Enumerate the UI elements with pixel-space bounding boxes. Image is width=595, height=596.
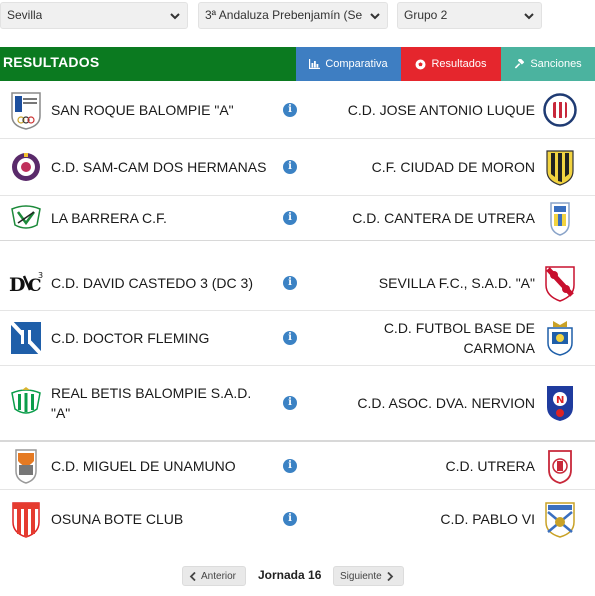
match-row[interactable]: OSUNA BOTE CLUB i C.D. PABLO VI	[0, 490, 595, 547]
filter-bar: Sevilla 3ª Andaluza Prebenjamín (Se Grup…	[0, 0, 595, 31]
svg-text:3: 3	[38, 271, 43, 280]
dc3-crest: DC3	[8, 263, 44, 303]
gavel-icon	[515, 58, 525, 68]
tab-sanciones-label: Sanciones	[530, 58, 582, 70]
info-icon[interactable]: i	[283, 458, 297, 473]
home-team-name[interactable]: SAN ROQUE BALOMPIE "A"	[51, 100, 271, 120]
info-icon[interactable]: i	[283, 102, 297, 117]
soccer-ball-icon	[415, 59, 426, 69]
previous-button-label: Anterior	[201, 570, 237, 582]
cantera-utrera-crest	[542, 198, 578, 238]
tab-comparativa[interactable]: Comparativa	[296, 47, 401, 81]
chevron-down-icon	[370, 13, 380, 20]
tab-resultados-label: Resultados	[431, 58, 487, 70]
match-row[interactable]: LA BARRERA C.F. i C.D. CANTERA DE UTRERA	[0, 196, 595, 241]
chevron-right-icon	[387, 571, 393, 581]
current-round-label: Jornada 16	[258, 568, 322, 582]
region-select-value: Sevilla	[7, 8, 43, 22]
page-title: RESULTADOS	[3, 54, 100, 70]
utrera-crest	[542, 446, 578, 486]
sevilla-fc-crest	[542, 263, 578, 303]
home-team-name[interactable]: C.D. MIGUEL DE UNAMUNO	[51, 456, 271, 476]
san-roque-crest	[8, 90, 44, 130]
away-team-name[interactable]: C.F. CIUDAD DE MORON	[315, 157, 535, 177]
group-select[interactable]: Grupo 2	[397, 2, 542, 29]
jose-antonio-luque-crest	[542, 90, 578, 130]
doctor-fleming-crest	[8, 318, 44, 358]
sam-cam-crest	[8, 147, 44, 187]
svg-text:N: N	[556, 395, 564, 406]
previous-button[interactable]: Anterior	[182, 566, 246, 586]
match-row[interactable]: SAN ROQUE BALOMPIE "A" i C.D. JOSE ANTON…	[0, 81, 595, 139]
results-header-bar: RESULTADOS Comparativa Resultados Sancio…	[0, 47, 595, 81]
home-team-name[interactable]: OSUNA BOTE CLUB	[51, 509, 271, 529]
match-row[interactable]: C.D. MIGUEL DE UNAMUNO i C.D. UTRERA	[0, 441, 595, 490]
match-row[interactable]: C.D. SAM-CAM DOS HERMANAS i C.F. CIUDAD …	[0, 139, 595, 196]
away-team-name[interactable]: C.D. CANTERA DE UTRERA	[315, 208, 535, 228]
bar-chart-icon	[309, 59, 321, 69]
info-icon[interactable]: i	[283, 511, 297, 526]
match-row[interactable]: C.D. DOCTOR FLEMING i C.D. FUTBOL BASE D…	[0, 311, 595, 366]
away-team-name[interactable]: C.D. JOSE ANTONIO LUQUE	[315, 100, 535, 120]
home-team-name[interactable]: LA BARRERA C.F.	[51, 208, 271, 228]
tab-resultados[interactable]: Resultados	[401, 47, 501, 81]
info-icon[interactable]: i	[283, 331, 297, 345]
carmona-crest	[542, 318, 578, 358]
category-select-value: 3ª Andaluza Prebenjamín (Se	[205, 8, 363, 22]
home-team-name[interactable]: C.D. DOCTOR FLEMING	[51, 328, 271, 348]
home-team-name[interactable]: C.D. SAM-CAM DOS HERMANAS	[51, 157, 271, 177]
info-icon[interactable]: i	[283, 396, 297, 410]
region-select[interactable]: Sevilla	[0, 2, 188, 29]
betis-crest	[8, 383, 44, 423]
away-team-name[interactable]: C.D. UTRERA	[315, 456, 535, 476]
nervion-crest: N	[542, 383, 578, 423]
chevron-left-icon	[189, 571, 196, 581]
chevron-down-icon	[524, 13, 534, 20]
match-row[interactable]: REAL BETIS BALOMPIE S.A.D. "A" i C.D. AS…	[0, 366, 595, 441]
home-team-name[interactable]: C.D. DAVID CASTEDO 3 (DC 3)	[51, 273, 271, 293]
home-team-name[interactable]: REAL BETIS BALOMPIE S.A.D. "A"	[51, 383, 271, 423]
unamuno-crest	[8, 446, 44, 486]
category-select[interactable]: 3ª Andaluza Prebenjamín (Se	[198, 2, 388, 29]
ciudad-de-moron-crest	[542, 147, 578, 187]
tab-comparativa-label: Comparativa	[325, 58, 388, 70]
away-team-name[interactable]: C.D. PABLO VI	[315, 509, 535, 529]
info-icon[interactable]: i	[283, 211, 297, 225]
away-team-name[interactable]: SEVILLA F.C., S.A.D. "A"	[315, 273, 535, 293]
info-icon[interactable]: i	[283, 160, 297, 174]
chevron-down-icon	[170, 13, 180, 20]
pagination: Anterior Jornada 16 Siguiente	[0, 566, 595, 586]
away-team-name[interactable]: C.D. ASOC. DVA. NERVION	[315, 393, 535, 413]
svg-text:D: D	[9, 274, 25, 296]
away-team-name[interactable]: C.D. FUTBOL BASE DE CARMONA	[315, 318, 535, 358]
osuna-crest	[8, 499, 44, 539]
match-row[interactable]: DC3 C.D. DAVID CASTEDO 3 (DC 3) i SEVILL…	[0, 256, 595, 311]
la-barrera-crest	[8, 198, 44, 238]
info-icon[interactable]: i	[283, 276, 297, 290]
tab-sanciones[interactable]: Sanciones	[501, 47, 595, 81]
group-select-value: Grupo 2	[404, 8, 448, 22]
pablo-vi-crest	[542, 499, 578, 539]
next-button-label: Siguiente	[340, 570, 382, 582]
next-button[interactable]: Siguiente	[333, 566, 404, 586]
